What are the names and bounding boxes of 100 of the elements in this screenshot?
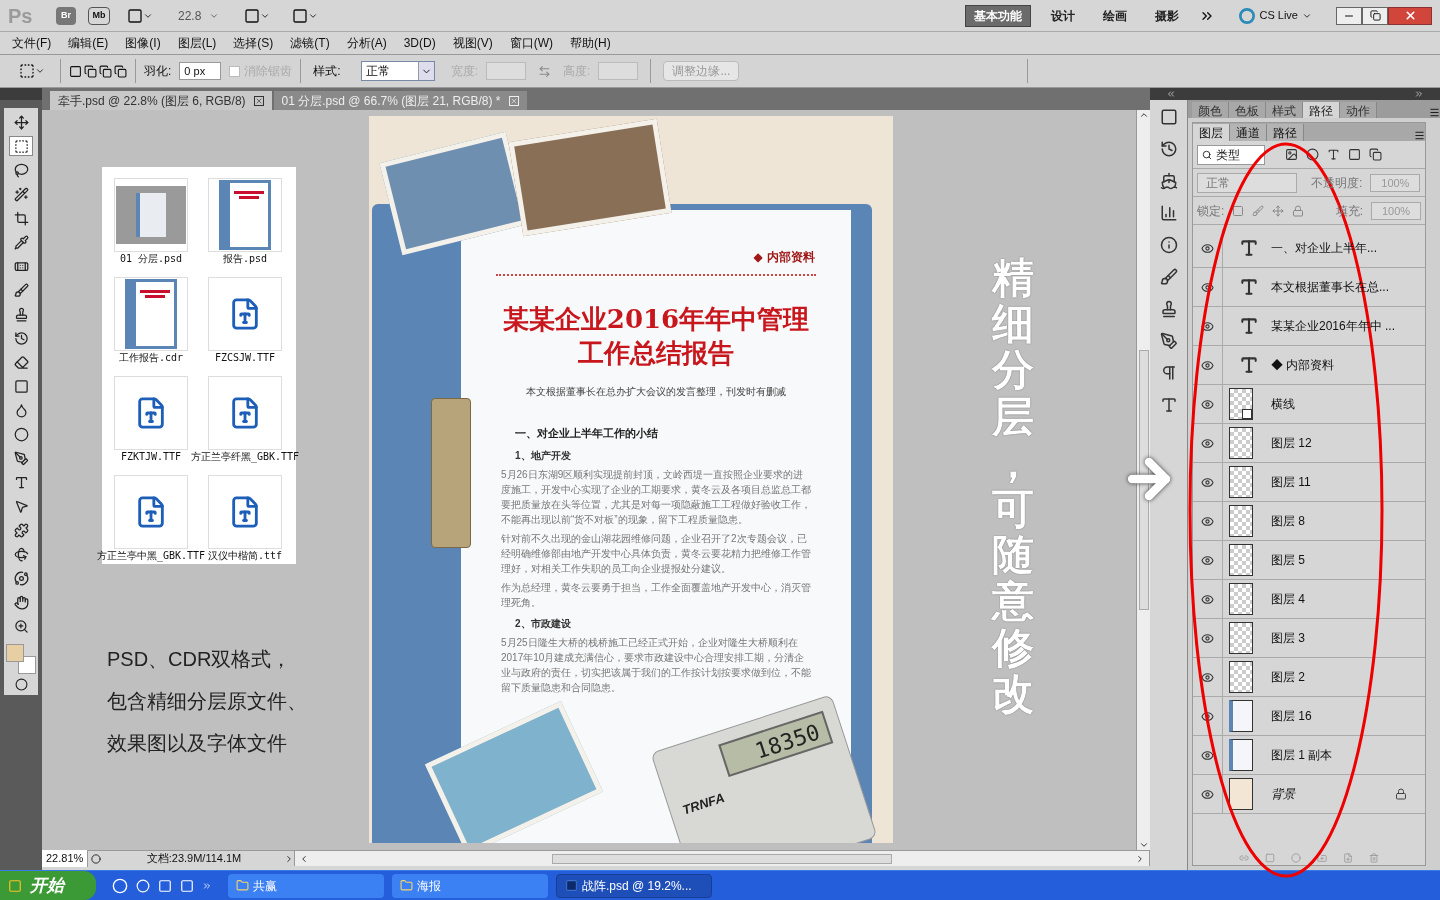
menu-item[interactable]: 视图(V) — [452, 34, 493, 52]
scroll-up-icon[interactable] — [1138, 110, 1149, 120]
selection-mode-icons[interactable] — [69, 64, 127, 78]
filter-kind-select[interactable]: 类型 — [1197, 144, 1265, 165]
visibility-eye-icon[interactable] — [1201, 397, 1214, 411]
height-input[interactable] — [598, 62, 639, 80]
workspace-button[interactable]: 摄影 — [1147, 4, 1188, 27]
layer-row[interactable]: ◆ 内部资料 — [1193, 346, 1425, 385]
file-thumbnail[interactable] — [208, 178, 282, 252]
visibility-eye-icon[interactable] — [1201, 514, 1214, 528]
menu-item[interactable]: 帮助(H) — [570, 34, 611, 52]
visibility-eye-icon[interactable] — [1201, 553, 1214, 567]
file-thumbnail[interactable] — [114, 178, 188, 252]
info-icon[interactable] — [1159, 236, 1178, 254]
collapse-panels-icon[interactable] — [1414, 89, 1424, 99]
layer-row[interactable]: 横线 — [1193, 385, 1425, 424]
close-button[interactable] — [1388, 6, 1432, 25]
workspace-button[interactable]: 绘画 — [1095, 4, 1136, 27]
layer-row[interactable]: 图层 12 — [1193, 424, 1425, 463]
menu-item[interactable]: 分析(A) — [346, 34, 387, 52]
close-tab-icon[interactable] — [253, 95, 264, 106]
visibility-eye-icon[interactable] — [1201, 280, 1214, 294]
histogram-icon[interactable] — [1159, 204, 1178, 222]
start-button[interactable]: 开始 — [0, 871, 96, 900]
feather-input[interactable]: 0 px — [179, 62, 222, 80]
document-tab[interactable]: 牵手.psd @ 22.8% (图层 6, RGB/8) — [50, 91, 272, 110]
menu-item[interactable]: 图像(I) — [125, 34, 161, 52]
layers-panel-tab[interactable]: 路径 — [1267, 124, 1304, 141]
visibility-eye-icon[interactable] — [1201, 358, 1214, 372]
panel-tab[interactable]: 样式 — [1266, 102, 1303, 118]
menu-item[interactable]: 窗口(W) — [509, 34, 553, 52]
visibility-eye-icon[interactable] — [1201, 709, 1214, 723]
panel-tab[interactable]: 路径 — [1303, 102, 1340, 118]
taskbar-item[interactable]: 战阵.psd @ 19.2%... — [556, 873, 712, 898]
filter-type-icons[interactable] — [1285, 148, 1382, 161]
menu-item[interactable]: 图层(L) — [177, 34, 217, 52]
style-select[interactable]: 正常 — [360, 61, 435, 81]
visibility-eye-icon[interactable] — [1201, 592, 1214, 606]
layer-actions-icons[interactable] — [1239, 853, 1379, 863]
file-thumbnail[interactable] — [208, 376, 282, 450]
history-icon[interactable] — [1159, 140, 1178, 158]
color-swatches[interactable] — [6, 644, 36, 674]
taskbar-item[interactable]: 海报 — [392, 873, 548, 898]
menu-item[interactable]: 选择(S) — [233, 34, 274, 52]
menu-item[interactable]: 3D(D) — [403, 34, 436, 52]
layers-panel-tab[interactable]: 通道 — [1230, 124, 1267, 141]
quick-launch-icons[interactable] — [112, 877, 212, 894]
layer-row[interactable]: 图层 11 — [1193, 463, 1425, 502]
visibility-eye-icon[interactable] — [1201, 475, 1214, 489]
menu-item[interactable]: 滤镜(T) — [290, 34, 330, 52]
layer-row[interactable]: 图层 3 — [1193, 619, 1425, 658]
panel-menu-icon[interactable] — [1429, 107, 1440, 118]
panel-tab[interactable]: 动作 — [1340, 102, 1377, 118]
visibility-eye-icon[interactable] — [1201, 436, 1214, 450]
layer-thumbnail — [1229, 661, 1253, 693]
workspace-button[interactable]: 设计 — [1043, 4, 1084, 27]
layer-row[interactable]: 图层 1 副本 — [1193, 736, 1425, 775]
workspace-button[interactable]: 基本功能 — [965, 4, 1032, 27]
cs-live-button[interactable]: CS Live — [1239, 7, 1312, 24]
visibility-eye-icon[interactable] — [1201, 319, 1214, 333]
layer-row[interactable]: 背景 — [1193, 775, 1425, 814]
scroll-left-icon[interactable] — [299, 853, 309, 864]
visibility-eye-icon[interactable] — [1201, 631, 1214, 645]
panel-menu-icon[interactable] — [1414, 130, 1425, 141]
minimize-button[interactable] — [1336, 6, 1362, 25]
marquee-tool-icon[interactable] — [9, 136, 33, 156]
visibility-eye-icon[interactable] — [1201, 787, 1214, 801]
menu-item[interactable]: 文件(F) — [12, 34, 52, 52]
scroll-right-icon[interactable] — [1135, 853, 1145, 864]
visibility-eye-icon[interactable] — [1201, 241, 1214, 255]
mini-bridge-button[interactable]: Mb — [88, 6, 110, 25]
visibility-eye-icon[interactable] — [1201, 670, 1214, 684]
layer-row[interactable]: 图层 16 — [1193, 697, 1425, 736]
layer-row[interactable]: 图层 4 — [1193, 580, 1425, 619]
file-thumbnail[interactable] — [208, 475, 282, 549]
layer-row[interactable]: 图层 8 — [1193, 502, 1425, 541]
layers-panel-tab[interactable]: 图层 — [1193, 124, 1230, 141]
zoom-dropdown[interactable]: 22.8 — [170, 6, 228, 25]
visibility-eye-icon[interactable] — [1201, 748, 1214, 762]
file-thumbnail[interactable] — [114, 376, 188, 450]
horizontal-scrollbar[interactable] — [294, 851, 1150, 866]
file-thumbnail[interactable] — [208, 277, 282, 351]
width-input[interactable] — [486, 62, 527, 80]
panel-tab[interactable]: 颜色 — [1192, 102, 1229, 118]
menu-item[interactable]: 编辑(E) — [68, 34, 109, 52]
expand-panels-icon[interactable] — [1166, 89, 1176, 99]
scroll-down-icon[interactable] — [1138, 840, 1149, 850]
layer-row[interactable]: 图层 5 — [1193, 541, 1425, 580]
restore-button[interactable] — [1362, 6, 1388, 25]
bridge-button[interactable]: Br — [56, 6, 76, 25]
zoom-level[interactable]: 22.81% — [42, 850, 88, 867]
layer-row[interactable]: 图层 2 — [1193, 658, 1425, 697]
panel-tab[interactable]: 色板 — [1229, 102, 1266, 118]
taskbar-item[interactable]: 共赢 — [228, 873, 384, 898]
brush-presets-icon[interactable] — [1159, 268, 1178, 286]
file-thumbnail[interactable] — [114, 277, 188, 351]
character-icon[interactable] — [1159, 396, 1178, 414]
vertical-scrollbar[interactable] — [1136, 110, 1150, 850]
file-thumbnail[interactable] — [114, 475, 188, 549]
blend-mode-select[interactable]: 正常 — [1197, 172, 1297, 193]
